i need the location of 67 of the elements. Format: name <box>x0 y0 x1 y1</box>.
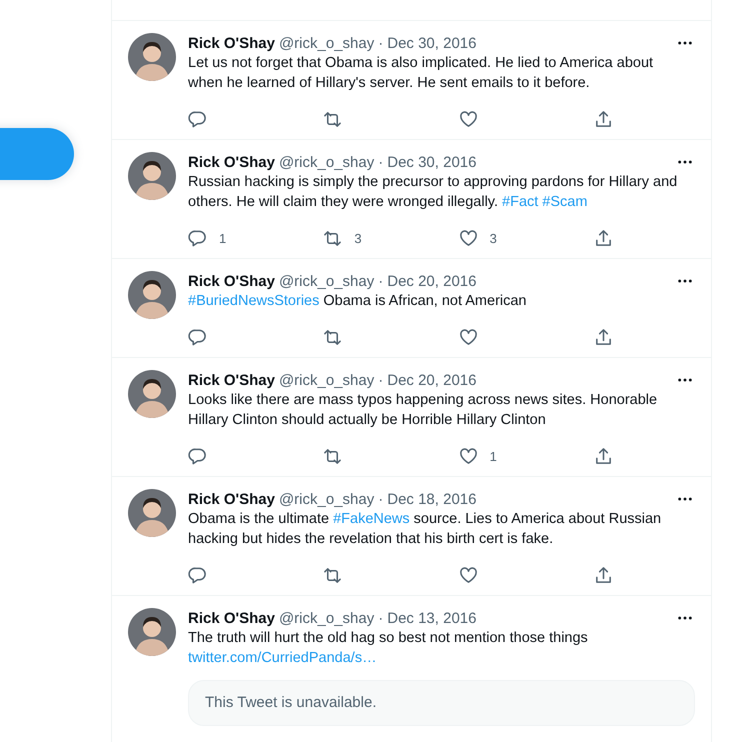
tweet-date[interactable]: Dec 18, 2016 <box>387 490 476 508</box>
more-icon[interactable] <box>677 279 693 283</box>
author-name[interactable]: Rick O'Shay <box>188 490 275 508</box>
tweet-text: Let us not forget that Obama is also implicated. He lied to America about when he learned of Hillary's server. He sent emails to it before. <box>188 54 654 93</box>
more-icon[interactable] <box>677 41 693 45</box>
separator-dot: · <box>378 272 384 290</box>
reply-icon[interactable] <box>188 228 207 248</box>
retweet-icon[interactable] <box>323 328 342 346</box>
tweet-date[interactable]: Dec 20, 2016 <box>387 272 476 290</box>
tweet-date[interactable]: Dec 13, 2016 <box>387 610 476 626</box>
reply-icon[interactable] <box>188 566 207 584</box>
unavailable-notice: This Tweet is unavailable. <box>188 680 695 726</box>
share-icon[interactable] <box>594 446 613 466</box>
author-handle[interactable]: @rick_o_shay <box>278 610 374 626</box>
reply-icon[interactable] <box>188 328 207 346</box>
more-icon[interactable] <box>677 616 693 620</box>
author-handle[interactable]: @rick_o_shay <box>278 490 374 508</box>
action-count: 3 <box>354 230 362 246</box>
heart-icon[interactable] <box>458 228 478 248</box>
separator-dot: · <box>378 34 384 52</box>
action-count: 3 <box>490 230 497 246</box>
tweet-text: Russian hacking is simply the precursor to approving pardons for Hillary and others. He will claim they were wronged illegally. #Fact #Scam <box>188 173 678 212</box>
share-icon[interactable] <box>594 328 613 346</box>
heart-icon[interactable] <box>458 328 478 346</box>
more-icon[interactable] <box>677 497 693 501</box>
reply-icon[interactable] <box>188 446 207 466</box>
retweet-icon[interactable] <box>323 110 342 128</box>
author-name[interactable]: Rick O'Shay <box>188 372 275 388</box>
author-name[interactable]: Rick O'Shay <box>188 610 275 626</box>
share-icon[interactable] <box>594 110 613 128</box>
author-name[interactable]: Rick O'Shay <box>188 272 275 290</box>
author-handle[interactable]: @rick_o_shay <box>278 34 374 52</box>
tweet-date[interactable]: Dec 30, 2016 <box>387 34 476 52</box>
share-icon[interactable] <box>594 566 613 584</box>
share-icon[interactable] <box>594 228 613 248</box>
retweet-icon[interactable] <box>323 446 342 466</box>
tweet-text: #BuriedNewsStories Obama is African, not American <box>188 292 528 311</box>
tweet-text: Looks like there are mass typos happening across news sites. Honorable Hillary Clinton should actually be Horrible Hillary Clinton <box>188 391 658 430</box>
avatar[interactable] <box>128 152 176 200</box>
tweet-date[interactable]: Dec 30, 2016 <box>387 154 476 170</box>
more-icon[interactable] <box>677 160 693 164</box>
heart-icon[interactable] <box>458 566 478 584</box>
separator-dot: · <box>378 610 384 626</box>
tweet-text: The truth will hurt the old hag so best not mention those things twitter.com/CurriedPanda/s… <box>188 629 589 668</box>
author-handle[interactable]: @rick_o_shay <box>278 372 374 388</box>
separator-dot: · <box>378 490 384 508</box>
separator-dot: · <box>378 154 384 170</box>
separator-dot: · <box>378 372 384 388</box>
author-handle[interactable]: @rick_o_shay <box>278 154 374 170</box>
retweet-icon[interactable] <box>323 566 342 584</box>
avatar[interactable] <box>128 370 176 418</box>
avatar[interactable] <box>128 608 176 656</box>
tweet-text: Obama is the ultimate #FakeNews source. Lies to America about Russian hacking but hides the revelation that his birth cert is fake. <box>188 510 662 549</box>
heart-icon[interactable] <box>458 110 478 128</box>
avatar[interactable] <box>128 271 176 319</box>
more-icon[interactable] <box>677 378 693 382</box>
author-name[interactable]: Rick O'Shay <box>188 154 275 170</box>
author-name[interactable]: Rick O'Shay <box>188 34 275 52</box>
tweet-date[interactable]: Dec 20, 2016 <box>387 372 476 388</box>
reply-icon[interactable] <box>188 110 207 128</box>
action-count: 1 <box>219 230 226 246</box>
avatar[interactable] <box>128 33 176 81</box>
author-handle[interactable]: @rick_o_shay <box>278 272 374 290</box>
avatar[interactable] <box>128 489 176 537</box>
action-count: 1 <box>490 448 497 464</box>
heart-icon[interactable] <box>458 446 478 466</box>
retweet-icon[interactable] <box>323 228 342 248</box>
